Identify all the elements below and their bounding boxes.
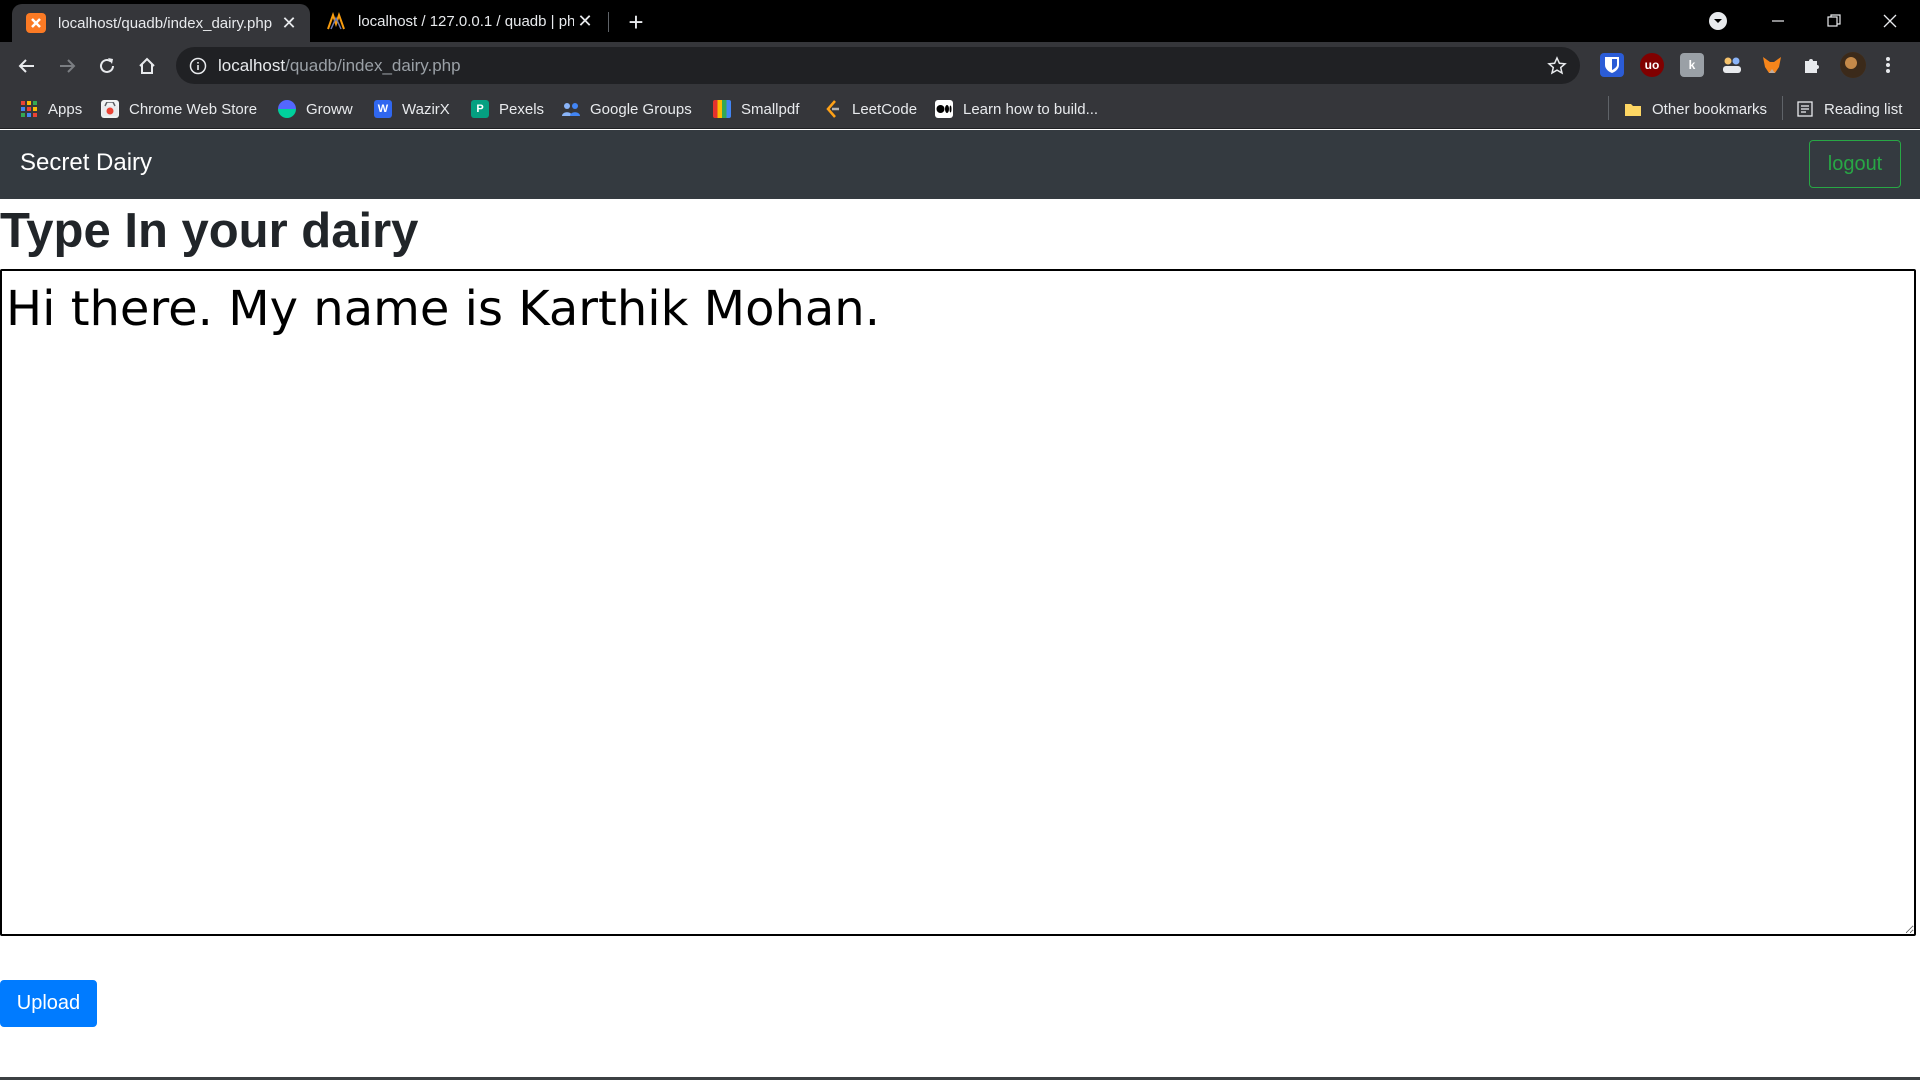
site-info-icon[interactable] — [188, 56, 208, 76]
reading-list-icon — [1796, 100, 1814, 118]
close-window-icon[interactable] — [1862, 0, 1918, 42]
extension-people-icon[interactable] — [1720, 53, 1744, 77]
bitwarden-icon[interactable] — [1600, 53, 1624, 77]
smallpdf-icon — [713, 100, 731, 118]
url-text: localhost/quadb/index_dairy.php — [218, 56, 461, 76]
extension-k-icon[interactable]: k — [1680, 53, 1704, 77]
apps-grid-icon — [20, 100, 38, 118]
forward-icon[interactable] — [49, 48, 85, 84]
new-tab-icon[interactable]: + — [620, 6, 652, 38]
brand-title[interactable]: Secret Dairy — [20, 149, 152, 177]
tab-inactive[interactable]: localhost / 127.0.0.1 / quadb | ph ✕ — [316, 0, 606, 42]
google-groups-icon — [562, 100, 580, 118]
bookmark-other-bookmarks[interactable]: Other bookmarks — [1624, 97, 1767, 121]
bookmark-star-icon[interactable] — [1546, 55, 1568, 77]
back-icon[interactable] — [9, 48, 45, 84]
leetcode-icon — [824, 100, 842, 118]
url-host: localhost — [218, 56, 286, 75]
pexels-icon: P — [471, 100, 489, 118]
bookmark-learn-how-to-build[interactable]: Learn how to build... — [935, 97, 1098, 121]
minimize-icon[interactable] — [1750, 0, 1806, 42]
bookmark-google-groups[interactable]: Google Groups — [562, 97, 692, 121]
tab-search-icon[interactable] — [1706, 9, 1730, 33]
bookmark-smallpdf[interactable]: Smallpdf — [713, 97, 799, 121]
metamask-fox-icon[interactable] — [1760, 53, 1784, 77]
xampp-icon — [26, 13, 46, 33]
medium-icon — [935, 100, 953, 118]
bookmark-label: Chrome Web Store — [129, 100, 258, 118]
bookmark-label: Pexels — [499, 100, 545, 118]
site-navbar: Secret Dairy logout — [0, 130, 1920, 199]
bookmark-label: Learn how to build... — [963, 100, 1099, 118]
bookmark-pexels[interactable]: P Pexels — [471, 97, 544, 121]
browser-tab-strip: localhost/quadb/index_dairy.php ✕ localh… — [0, 0, 1920, 42]
extensions-puzzle-icon[interactable] — [1800, 53, 1824, 77]
bookmark-label: Smallpdf — [741, 100, 800, 118]
chrome-menu-icon[interactable] — [1880, 53, 1896, 77]
bookmark-label: Other bookmarks — [1652, 100, 1768, 118]
tab-title: localhost / 127.0.0.1 / quadb | ph — [358, 12, 574, 30]
address-bar[interactable]: localhost/quadb/index_dairy.php — [176, 47, 1580, 84]
logout-button[interactable]: logout — [1809, 140, 1901, 188]
bookmark-chrome-web-store[interactable]: Chrome Web Store — [101, 97, 257, 121]
reload-icon[interactable] — [89, 48, 125, 84]
webstore-icon — [101, 100, 119, 118]
ublock-icon[interactable]: uo — [1640, 53, 1664, 77]
close-icon[interactable]: ✕ — [574, 10, 596, 32]
folder-icon — [1624, 100, 1642, 118]
home-icon[interactable] — [129, 48, 165, 84]
bookmarks-divider — [1782, 96, 1783, 120]
url-path: /quadb/index_dairy.php — [285, 56, 461, 75]
tab-active[interactable]: localhost/quadb/index_dairy.php ✕ — [12, 4, 310, 42]
browser-toolbar: localhost/quadb/index_dairy.php uo k — [0, 42, 1920, 89]
bookmark-apps[interactable]: Apps — [20, 97, 82, 121]
bookmark-leetcode[interactable]: LeetCode — [824, 97, 917, 121]
wazirx-icon: W — [374, 100, 392, 118]
bookmarks-divider — [1608, 96, 1609, 120]
page-title: Type In your dairy — [0, 204, 419, 258]
bookmark-groww[interactable]: Groww — [278, 97, 353, 121]
close-icon[interactable]: ✕ — [278, 12, 300, 34]
phpmyadmin-icon — [326, 11, 346, 31]
bookmark-label: Google Groups — [590, 100, 692, 118]
reading-list-button[interactable]: Reading list — [1796, 97, 1902, 121]
tab-divider — [608, 12, 609, 32]
bookmark-label: LeetCode — [852, 100, 918, 118]
upload-button[interactable]: Upload — [0, 980, 97, 1027]
bookmarks-bar: Apps Chrome Web Store Groww W WazirX P P… — [0, 89, 1920, 129]
bookmark-label: Apps — [48, 100, 83, 118]
restore-icon[interactable] — [1806, 0, 1862, 42]
bookmark-label: Reading list — [1824, 100, 1903, 118]
bookmark-wazirx[interactable]: W WazirX — [374, 97, 450, 121]
diary-textarea[interactable]: Hi there. My name is Karthik Mohan. — [0, 269, 1916, 936]
groww-icon — [278, 100, 296, 118]
bookmark-label: WazirX — [402, 100, 450, 118]
bookmark-label: Groww — [306, 100, 353, 118]
tab-title: localhost/quadb/index_dairy.php — [58, 14, 273, 32]
profile-avatar[interactable] — [1840, 52, 1866, 78]
